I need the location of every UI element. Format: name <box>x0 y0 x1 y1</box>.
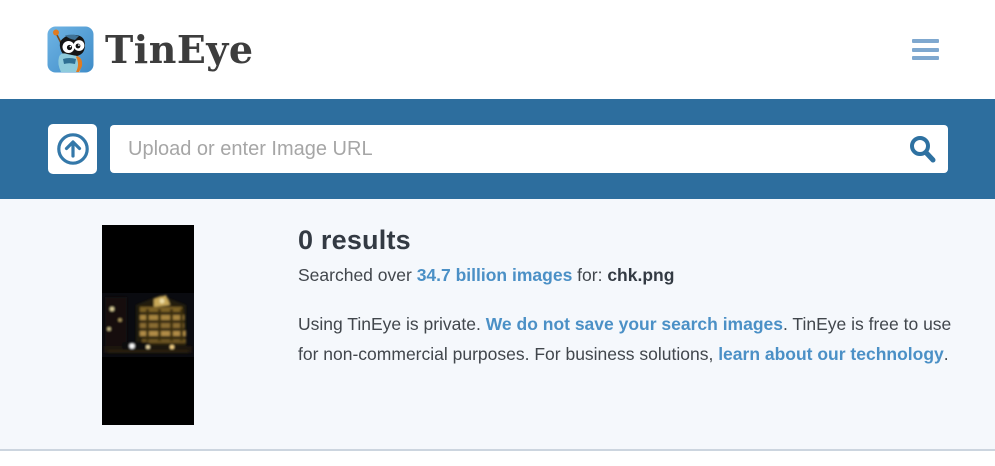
technology-link[interactable]: learn about our technology <box>718 344 944 364</box>
logo-wordmark: TinEye <box>105 27 254 72</box>
results-section: 0 results Searched over 34.7 billion ima… <box>0 199 995 451</box>
searched-prefix-text: Searched over <box>298 265 417 285</box>
upload-arrow-icon <box>55 131 91 167</box>
tineye-logo[interactable]: TinEye <box>47 26 254 73</box>
searched-summary: Searched over 34.7 billion images for: c… <box>298 265 958 286</box>
page-header: TinEye <box>0 0 995 99</box>
search-band <box>0 99 995 199</box>
search-submit-button[interactable] <box>904 132 940 166</box>
image-url-input[interactable] <box>110 125 948 173</box>
magnifier-icon <box>907 134 937 164</box>
query-image-thumbnail <box>102 225 194 425</box>
footer-strip <box>0 451 995 464</box>
privacy-link[interactable]: We do not save your search images <box>486 314 783 334</box>
searched-for-text: for: <box>572 265 607 285</box>
result-details: 0 results Searched over 34.7 billion ima… <box>298 225 958 449</box>
search-form <box>110 125 948 173</box>
results-count-heading: 0 results <box>298 225 958 256</box>
billion-images-link[interactable]: 34.7 billion images <box>417 265 573 285</box>
hamburger-menu-icon[interactable] <box>912 37 939 62</box>
query-filename: chk.png <box>607 265 674 285</box>
upload-image-button[interactable] <box>48 124 97 174</box>
info-text-part1: Using TinEye is private. <box>298 314 486 334</box>
privacy-info-paragraph: Using TinEye is private. We do not save … <box>298 309 953 369</box>
info-text-part3: . <box>944 344 949 364</box>
tineye-robot-icon <box>47 26 94 73</box>
